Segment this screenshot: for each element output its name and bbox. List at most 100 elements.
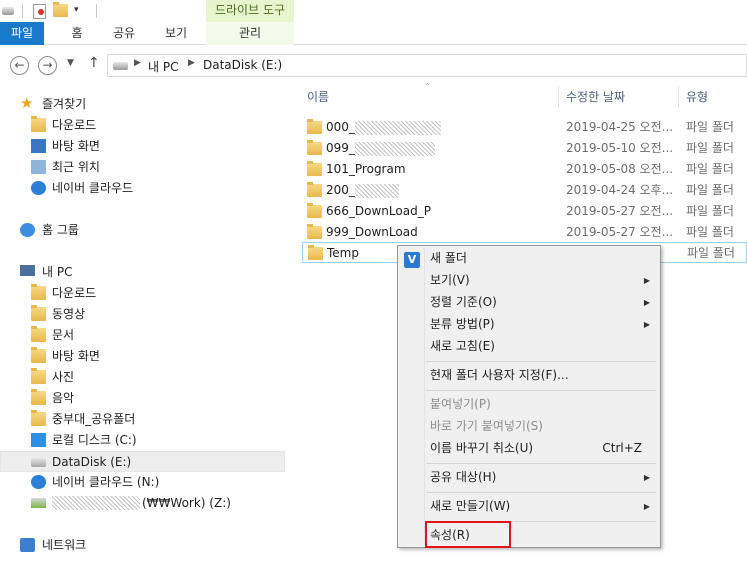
nav-pc-naver-cloud[interactable]: 네이버 클라우드 (N:) <box>0 472 285 493</box>
title-bar: ▾ 드라이브 도구 <box>0 0 747 22</box>
nav-label: 바탕 화면 <box>52 349 100 363</box>
folder-icon <box>307 140 322 155</box>
nav-favorites[interactable]: ★ 즐겨찾기 <box>0 94 285 115</box>
file-row[interactable]: 200_ 2019-04-24 오후... 파일 폴더 <box>302 180 747 201</box>
nav-label: 사진 <box>52 370 75 384</box>
file-date: 2019-05-10 오전... <box>566 141 674 155</box>
nav-label: 네이버 클라우드 <box>52 181 134 195</box>
nav-pc-shared-folder[interactable]: 중부대_공유폴더 <box>0 409 285 430</box>
file-type: 파일 폴더 <box>686 120 734 134</box>
nav-label: 다운로드 <box>52 118 97 132</box>
nav-pc-local-disk[interactable]: 로컬 디스크 (C:) <box>0 430 285 451</box>
menu-item-undo-rename[interactable]: 이름 바꾸기 취소(U) Ctrl+Z <box>400 438 658 460</box>
submenu-arrow-icon: ▶ <box>643 298 650 307</box>
column-divider[interactable] <box>558 86 559 108</box>
drive-icon[interactable] <box>2 7 14 15</box>
nav-pc-documents[interactable]: 문서 <box>0 325 285 346</box>
menu-item-paste-shortcut: 바로 가기 붙여넣기(S) <box>400 416 658 438</box>
downloads-folder-icon <box>31 116 46 132</box>
menu-item-refresh[interactable]: 새로 고침(E) <box>400 336 658 358</box>
breadcrumb-datadisk[interactable]: DataDisk (E:) <box>203 58 282 72</box>
file-type: 파일 폴더 <box>686 141 734 155</box>
nav-label: 최근 위치 <box>52 160 100 174</box>
documents-folder-icon <box>31 326 46 342</box>
chevron-right-icon[interactable]: ▶ <box>134 58 141 68</box>
file-date: 2019-04-25 오전... <box>566 120 674 134</box>
file-type: 파일 폴더 <box>687 246 735 260</box>
nav-pc-network-drive[interactable]: (₩₩Work) (Z:) <box>0 493 285 514</box>
file-row[interactable]: 101_Program 2019-05-08 오전... 파일 폴더 <box>302 159 747 180</box>
breadcrumb-this-pc[interactable]: 내 PC <box>148 58 178 75</box>
submenu-arrow-icon: ▶ <box>643 473 650 482</box>
nav-pc-videos[interactable]: 동영상 <box>0 304 285 325</box>
submenu-arrow-icon: ▶ <box>643 320 650 329</box>
menu-item-customize-folder[interactable]: 현재 폴더 사용자 지정(F)... <box>400 365 658 387</box>
nav-fav-recent[interactable]: 최근 위치 <box>0 157 285 178</box>
menu-item-view[interactable]: 보기(V) ▶ <box>400 270 658 292</box>
menu-shortcut: Ctrl+Z <box>602 441 642 455</box>
nav-homegroup[interactable]: 홈 그룹 <box>0 220 285 241</box>
redacted-text <box>354 183 399 198</box>
file-name: 099_ <box>326 138 435 158</box>
menu-item-new[interactable]: 새로 만들기(W) ▶ <box>400 496 658 518</box>
properties-icon[interactable] <box>33 4 46 19</box>
nav-pc-music[interactable]: 음악 <box>0 388 285 409</box>
menu-item-group-by[interactable]: 분류 방법(P) ▶ <box>400 314 658 336</box>
column-header-type[interactable]: 유형 <box>686 88 708 105</box>
nav-label: 동영상 <box>52 307 86 321</box>
nav-pc-datadisk[interactable]: DataDisk (E:) <box>0 451 285 472</box>
file-date: 2019-05-08 오전... <box>566 162 674 176</box>
folder-icon <box>307 224 322 239</box>
nav-pc-desktop[interactable]: 바탕 화면 <box>0 346 285 367</box>
tab-file[interactable]: 파일 <box>0 22 44 45</box>
file-name: 101_Program <box>326 162 406 176</box>
nav-label: DataDisk (E:) <box>52 455 132 469</box>
nav-pc-pictures[interactable]: 사진 <box>0 367 285 388</box>
homegroup-icon <box>20 223 35 237</box>
menu-item-sort-by[interactable]: 정렬 기준(O) ▶ <box>400 292 658 314</box>
up-button[interactable]: ↑ <box>88 55 100 71</box>
nav-fav-naver-cloud[interactable]: 네이버 클라우드 <box>0 178 285 199</box>
new-folder-icon[interactable] <box>53 2 68 17</box>
videos-folder-icon <box>31 305 46 321</box>
nav-pc-downloads[interactable]: 다운로드 <box>0 283 285 304</box>
tab-view[interactable]: 보기 <box>158 22 194 45</box>
drive-icon <box>31 458 46 467</box>
file-row[interactable]: 000_ 2019-04-25 오전... 파일 폴더 <box>302 117 747 138</box>
nav-fav-downloads[interactable]: 다운로드 <box>0 115 285 136</box>
nav-network[interactable]: 네트워크 <box>0 535 285 556</box>
address-bar[interactable]: ▶ 내 PC ▶ DataDisk (E:) <box>107 54 747 77</box>
menu-item-share-with[interactable]: 공유 대상(H) ▶ <box>400 467 658 489</box>
tab-manage[interactable]: 관리 <box>206 22 294 45</box>
nav-fav-desktop[interactable]: 바탕 화면 <box>0 136 285 157</box>
tab-share[interactable]: 공유 <box>106 22 142 45</box>
recent-locations-dropdown[interactable]: ▼ <box>67 58 74 68</box>
menu-separator <box>426 390 656 391</box>
contextual-tab-header: 드라이브 도구 <box>206 0 294 22</box>
cloud-icon <box>31 475 46 489</box>
redacted-text <box>52 496 140 510</box>
chevron-down-icon[interactable]: ▾ <box>74 5 79 15</box>
nav-this-pc[interactable]: 내 PC <box>0 262 285 283</box>
column-divider[interactable] <box>678 86 679 108</box>
menu-label: 정렬 기준(O) <box>430 295 497 309</box>
file-row[interactable]: 666_DownLoad_P 2019-05-27 오전... 파일 폴더 <box>302 201 747 222</box>
menu-item-paste: 붙여넣기(P) <box>400 394 658 416</box>
file-name: Temp <box>327 246 359 260</box>
column-header-name[interactable]: 이름 <box>307 88 329 105</box>
redacted-text <box>354 141 435 156</box>
menu-item-new-folder[interactable]: V 새 폴더 <box>400 248 658 270</box>
back-button[interactable]: ← <box>10 56 29 75</box>
recent-places-icon <box>31 160 46 174</box>
computer-icon <box>20 265 35 276</box>
forward-button[interactable]: → <box>38 56 57 75</box>
file-row[interactable]: 999_DownLoad 2019-05-27 오전... 파일 폴더 <box>302 222 747 243</box>
star-icon: ★ <box>20 94 34 112</box>
file-name: 000_ <box>326 117 441 137</box>
tab-home[interactable]: 홈 <box>62 22 92 45</box>
menu-separator <box>426 492 656 493</box>
submenu-arrow-icon: ▶ <box>643 502 650 511</box>
column-header-date[interactable]: 수정한 날짜 <box>566 88 625 105</box>
chevron-right-icon[interactable]: ▶ <box>188 58 195 68</box>
file-row[interactable]: 099_ 2019-05-10 오전... 파일 폴더 <box>302 138 747 159</box>
